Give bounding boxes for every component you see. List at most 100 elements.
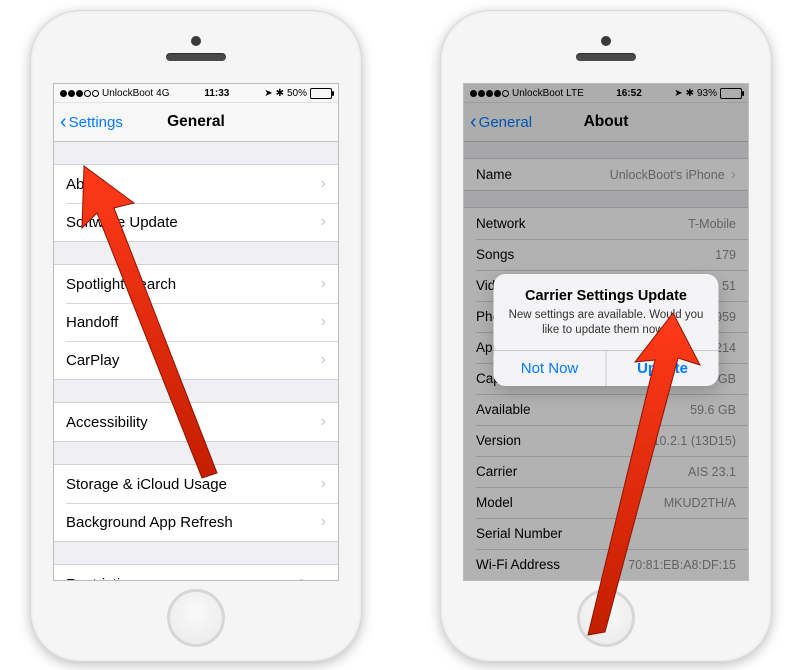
list-row[interactable]: Network T-Mobile	[464, 208, 748, 239]
location-icon: ➤	[674, 88, 682, 99]
chevron-right-icon: ›	[321, 175, 326, 193]
list-row[interactable]: Carrier AIS 23.1	[464, 456, 748, 487]
alert-update-button[interactable]: Update	[606, 351, 719, 386]
screen-general: UnlockBoot 4G 11:33 ➤ ✱ 50% ‹ Settings G…	[53, 83, 339, 581]
chevron-left-icon: ‹	[60, 112, 67, 132]
row-label: Software Update	[66, 214, 178, 231]
iphone-mockup-left: UnlockBoot 4G 11:33 ➤ ✱ 50% ‹ Settings G…	[30, 10, 362, 662]
battery-icon	[720, 88, 742, 99]
home-button[interactable]	[167, 589, 225, 647]
network-type: 4G	[156, 88, 169, 99]
back-button[interactable]: ‹ General	[470, 103, 532, 141]
list-row[interactable]: Wi-Fi Address 70:81:EB:A8:DF:15	[464, 549, 748, 580]
list-row[interactable]: Serial Number	[464, 518, 748, 549]
list-row[interactable]: Model MKUD2TH/A	[464, 487, 748, 518]
row-label: Songs	[476, 247, 514, 262]
row-value: 59.6 GB	[690, 403, 736, 417]
earpiece-speaker	[166, 53, 226, 61]
iphone-mockup-right: UnlockBoot LTE 16:52 ➤ ✱ 93% ‹ General A…	[440, 10, 772, 662]
row-value: 179	[715, 248, 736, 262]
list-row[interactable]: Accessibility ›	[54, 403, 338, 441]
network-type: LTE	[566, 88, 584, 99]
row-label: Accessibility	[66, 414, 148, 431]
chevron-right-icon: ›	[321, 313, 326, 331]
clock: 11:33	[204, 88, 229, 99]
row-label: Wi-Fi Address	[476, 557, 560, 572]
row-label: Carrier	[476, 464, 517, 479]
row-value: 51	[722, 279, 736, 293]
list-row[interactable]: Spotlight Search ›	[54, 265, 338, 303]
signal-dots-icon	[470, 90, 509, 97]
list-row[interactable]: Restrictions On ›	[54, 565, 338, 581]
back-label: Settings	[69, 114, 123, 131]
list-row[interactable]: Storage & iCloud Usage ›	[54, 465, 338, 503]
home-button[interactable]	[577, 589, 635, 647]
nav-bar: ‹ Settings General	[54, 103, 338, 142]
chevron-right-icon: ›	[321, 213, 326, 231]
front-camera	[191, 36, 201, 46]
list-row[interactable]: Software Update ›	[54, 203, 338, 241]
row-value: AIS 23.1	[688, 465, 736, 479]
signal-dots-icon	[60, 90, 99, 97]
chevron-right-icon: ›	[321, 575, 326, 581]
chevron-right-icon: ›	[321, 475, 326, 493]
back-label: General	[479, 114, 532, 131]
settings-list: About›Software Update›Spotlight Search›H…	[54, 164, 338, 581]
row-label: Serial Number	[476, 526, 562, 541]
row-label: Name	[476, 167, 512, 182]
chevron-right-icon: ›	[731, 166, 736, 184]
bluetooth-icon: ✱	[686, 88, 694, 99]
row-label: Available	[476, 402, 531, 417]
earpiece-speaker	[576, 53, 636, 61]
row-value: T-Mobile	[688, 217, 736, 231]
chevron-right-icon: ›	[321, 513, 326, 531]
chevron-left-icon: ‹	[470, 112, 477, 132]
row-label: Version	[476, 433, 521, 448]
chevron-right-icon: ›	[321, 351, 326, 369]
alert-title: Carrier Settings Update	[508, 288, 705, 304]
row-label: Network	[476, 216, 526, 231]
carrier-name: UnlockBoot	[512, 88, 563, 99]
screen-about: UnlockBoot LTE 16:52 ➤ ✱ 93% ‹ General A…	[463, 83, 749, 581]
list-row[interactable]: Available 59.6 GB	[464, 394, 748, 425]
list-row[interactable]: Songs 179	[464, 239, 748, 270]
list-row[interactable]: Handoff ›	[54, 303, 338, 341]
row-label: Model	[476, 495, 513, 510]
alert-message: New settings are available. Would you li…	[508, 308, 705, 338]
row-label: Storage & iCloud Usage	[66, 476, 227, 493]
list-row[interactable]: Bluetooth70:81:EB:A8:DF:16	[464, 580, 748, 581]
list-row[interactable]: About›	[54, 165, 338, 203]
list-row[interactable]: Version 10.2.1 (13D15)	[464, 425, 748, 456]
row-label: Background App Refresh	[66, 514, 233, 531]
nav-bar: ‹ General About	[464, 103, 748, 142]
row-label: Spotlight Search	[66, 276, 176, 293]
status-bar: UnlockBoot 4G 11:33 ➤ ✱ 50%	[54, 84, 338, 103]
bluetooth-icon: ✱	[276, 88, 284, 99]
carrier-name: UnlockBoot	[102, 88, 153, 99]
row-label: Handoff	[66, 314, 118, 331]
page-title: About	[584, 113, 629, 131]
row-value: MKUD2TH/A	[664, 496, 736, 510]
chevron-right-icon: ›	[321, 413, 326, 431]
battery-pct: 50%	[287, 88, 307, 99]
row-label: Restrictions	[66, 576, 144, 582]
page-title: General	[167, 113, 225, 131]
list-row[interactable]: Background App Refresh ›	[54, 503, 338, 541]
row-value: 70:81:EB:A8:DF:15	[628, 558, 736, 572]
front-camera	[601, 36, 611, 46]
location-icon: ➤	[264, 88, 272, 99]
back-button[interactable]: ‹ Settings	[60, 103, 123, 141]
chevron-right-icon: ›	[321, 275, 326, 293]
list-row[interactable]: CarPlay ›	[54, 341, 338, 379]
alert-not-now-button[interactable]: Not Now	[494, 351, 606, 386]
clock: 16:52	[616, 88, 642, 99]
status-bar: UnlockBoot LTE 16:52 ➤ ✱ 93%	[464, 84, 748, 103]
battery-pct: 93%	[697, 88, 717, 99]
row-label: CarPlay	[66, 352, 119, 369]
list-row[interactable]: Name UnlockBoot's iPhone ›	[464, 159, 748, 190]
row-value: UnlockBoot's iPhone	[610, 168, 725, 182]
row-value: On	[296, 576, 315, 581]
battery-icon	[310, 88, 332, 99]
carrier-update-alert: Carrier Settings Update New settings are…	[494, 274, 719, 386]
row-value: 10.2.1 (13D15)	[653, 434, 736, 448]
